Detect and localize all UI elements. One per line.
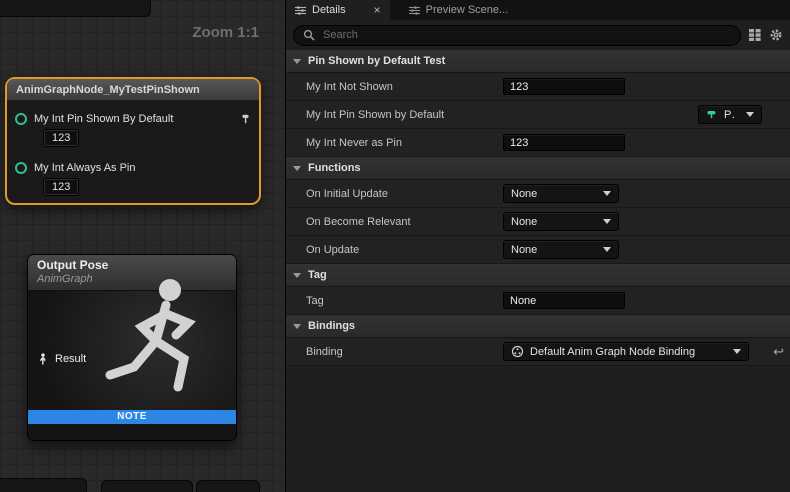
property-label: Binding <box>286 346 501 358</box>
pin-value-box[interactable]: 123 <box>44 130 78 146</box>
category-title: Pin Shown by Default Test <box>308 55 445 67</box>
my-int-not-shown-input[interactable] <box>503 78 625 95</box>
property-row: On Become Relevant None <box>286 208 790 236</box>
tab-label: Details <box>312 4 346 16</box>
property-row: My Int Not Shown <box>286 73 790 101</box>
dropdown-value: Default Anim Graph Node Binding <box>530 346 723 358</box>
pose-pin-icon <box>37 353 49 365</box>
details-toolbar <box>286 20 790 50</box>
output-node-body: Result NOTE <box>28 291 236 424</box>
dropdown-value: None <box>511 216 593 228</box>
category-title: Functions <box>308 162 361 174</box>
result-pin-row[interactable]: Result <box>37 353 86 365</box>
panel-tab-bar: Details × Preview Scene... <box>286 0 790 20</box>
tab-label: Preview Scene... <box>426 4 509 16</box>
partial-node-top[interactable] <box>0 0 151 17</box>
settings-gear-icon[interactable] <box>769 28 783 42</box>
chevron-down-icon <box>293 324 301 329</box>
dropdown-value: None <box>511 188 593 200</box>
mannequin-image <box>94 271 224 421</box>
chevron-down-icon <box>293 273 301 278</box>
pin-label: My Int Always As Pin <box>34 162 135 174</box>
pin-row: My Int Always As Pin <box>15 162 251 174</box>
pin-value-box[interactable]: 123 <box>44 179 78 195</box>
dropdown-value: None <box>511 244 593 256</box>
on-initial-update-dropdown[interactable]: None <box>503 184 619 203</box>
chevron-down-icon <box>603 219 611 224</box>
property-list: Pin Shown by Default Test My Int Not Sho… <box>286 50 790 492</box>
anim-graph-canvas[interactable]: Zoom 1:1 AnimGraphNode_MyTestPinShown My… <box>0 0 285 492</box>
unreal-editor-window: Zoom 1:1 AnimGraphNode_MyTestPinShown My… <box>0 0 790 492</box>
property-label: On Initial Update <box>286 188 501 200</box>
partial-node-bottom[interactable] <box>0 478 87 492</box>
category-tag[interactable]: Tag <box>286 264 790 287</box>
property-matrix-icon[interactable] <box>749 29 761 41</box>
property-row: On Update None <box>286 236 790 264</box>
pushpin-icon[interactable] <box>240 114 251 125</box>
output-pose-node[interactable]: Output Pose AnimGraph <box>27 254 237 441</box>
close-tab-icon[interactable]: × <box>374 4 381 16</box>
data-pin-icon[interactable] <box>15 113 27 125</box>
tag-input[interactable] <box>503 292 625 309</box>
preview-tab-icon <box>409 5 420 16</box>
category-title: Tag <box>308 269 327 281</box>
partial-node-bottom[interactable] <box>101 480 193 492</box>
data-pin-icon[interactable] <box>15 162 27 174</box>
search-box[interactable] <box>293 25 741 46</box>
dropdown-value: Pin <box>724 109 736 121</box>
category-title: Bindings <box>308 320 355 332</box>
property-label: My Int Pin Shown by Default <box>286 109 501 121</box>
node-body: My Int Pin Shown By Default 123 My Int A… <box>7 101 259 203</box>
property-label: My Int Never as Pin <box>286 137 501 149</box>
property-row: Binding Default Anim Graph Node Binding … <box>286 338 790 366</box>
property-row: My Int Pin Shown by Default Pin <box>286 101 790 129</box>
pin-row: My Int Pin Shown By Default <box>15 113 251 125</box>
pin-label: My Int Pin Shown By Default <box>34 113 173 125</box>
category-functions[interactable]: Functions <box>286 157 790 180</box>
tab-details[interactable]: Details × <box>286 0 390 20</box>
tab-preview-scene[interactable]: Preview Scene... <box>400 0 518 20</box>
search-icon <box>303 29 315 41</box>
property-row: Tag <box>286 287 790 315</box>
partial-node-bottom[interactable] <box>196 480 260 492</box>
chevron-down-icon <box>733 349 741 354</box>
my-int-never-as-pin-input[interactable] <box>503 134 625 151</box>
node-title-bar[interactable]: AnimGraphNode_MyTestPinShown <box>7 79 259 101</box>
property-label: On Update <box>286 244 501 256</box>
output-node-title: Output Pose <box>37 258 227 272</box>
result-pin-label: Result <box>55 353 86 365</box>
search-input[interactable] <box>321 28 731 42</box>
category-pin-shown-by-default-test[interactable]: Pin Shown by Default Test <box>286 50 790 73</box>
pin-icon <box>706 109 718 121</box>
node-title: AnimGraphNode_MyTestPinShown <box>16 84 200 96</box>
chevron-down-icon <box>293 166 301 171</box>
anim-graph-node-selected[interactable]: AnimGraphNode_MyTestPinShown My Int Pin … <box>5 77 261 205</box>
pin-visibility-dropdown[interactable]: Pin <box>698 105 762 124</box>
binding-dropdown[interactable]: Default Anim Graph Node Binding <box>503 342 749 361</box>
on-update-dropdown[interactable]: None <box>503 240 619 259</box>
category-bindings[interactable]: Bindings <box>286 315 790 338</box>
chevron-down-icon <box>293 59 301 64</box>
note-banner: NOTE <box>28 410 236 424</box>
chevron-down-icon <box>746 112 754 117</box>
on-become-relevant-dropdown[interactable]: None <box>503 212 619 231</box>
property-row: My Int Never as Pin <box>286 129 790 157</box>
property-label: On Become Relevant <box>286 216 501 228</box>
property-label: My Int Not Shown <box>286 81 501 93</box>
property-label: Tag <box>286 295 501 307</box>
zoom-level-label: Zoom 1:1 <box>192 24 259 41</box>
chevron-down-icon <box>603 247 611 252</box>
details-panel: Details × Preview Scene... <box>285 0 790 492</box>
chevron-down-icon <box>603 191 611 196</box>
property-row: On Initial Update None <box>286 180 790 208</box>
details-tab-icon <box>295 5 306 16</box>
reset-to-default-icon[interactable]: ↩ <box>773 345 784 358</box>
binding-icon <box>511 345 524 358</box>
